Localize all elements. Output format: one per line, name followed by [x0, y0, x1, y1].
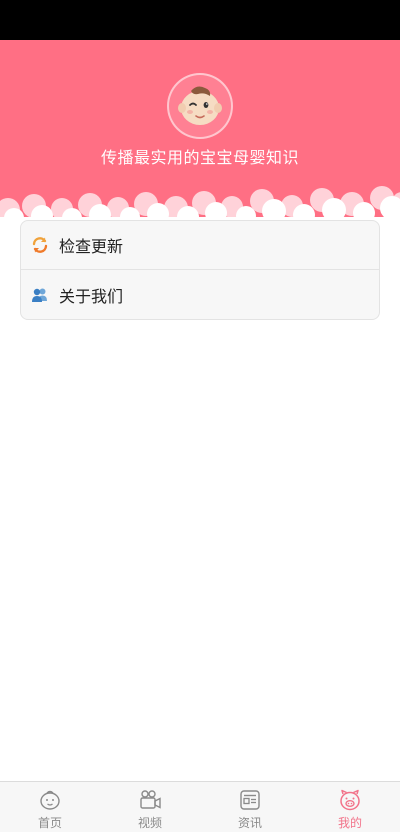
tab-video[interactable]: 视频: [100, 782, 200, 832]
header-slogan: 传播最实用的宝宝母婴知识: [100, 148, 299, 167]
baby-face-icon: [40, 790, 60, 810]
users-icon: [31, 286, 49, 304]
about-us-label: 关于我们: [59, 286, 124, 306]
settings-menu: 检查更新 关于我们: [20, 220, 380, 320]
baby-face-icon: [178, 86, 222, 125]
pig-icon: [340, 789, 360, 811]
about-us-item[interactable]: 关于我们: [21, 270, 379, 319]
avatar[interactable]: [167, 73, 233, 139]
refresh-icon: [31, 236, 49, 254]
tab-home[interactable]: 首页: [0, 782, 100, 832]
check-update-label: 检查更新: [59, 237, 124, 256]
tab-news-label: 资讯: [237, 816, 262, 830]
cloud-decoration: [0, 186, 400, 220]
check-update-item[interactable]: 检查更新: [21, 221, 379, 270]
tab-video-label: 视频: [137, 816, 162, 830]
bottom-tab-bar: 首页 视频 资讯 我的: [0, 781, 400, 832]
tab-home-label: 首页: [37, 816, 62, 830]
news-icon: [240, 790, 260, 810]
profile-header: 传播最实用的宝宝母婴知识: [0, 40, 400, 220]
tab-news[interactable]: 资讯: [200, 782, 300, 832]
status-bar: [0, 0, 400, 40]
tab-mine-label: 我的: [337, 816, 362, 830]
video-camera-icon: [140, 790, 161, 809]
tab-mine[interactable]: 我的: [300, 782, 400, 832]
